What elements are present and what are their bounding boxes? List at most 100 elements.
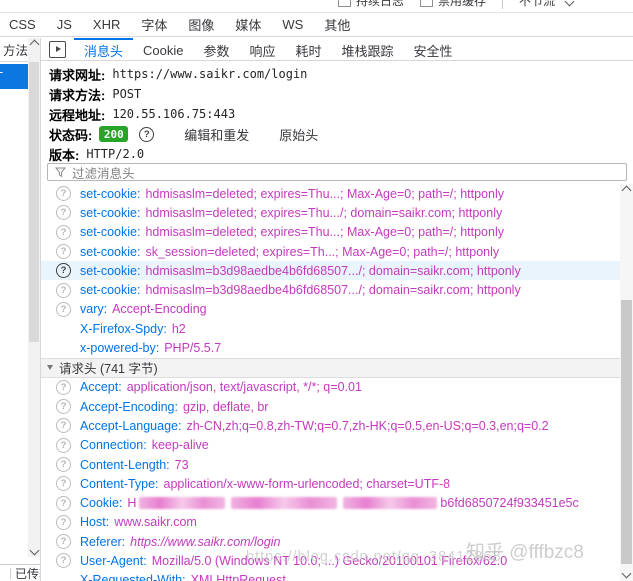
details-scrollbar[interactable] [620,184,633,581]
header-value: 73 [174,457,189,472]
request-headers-section-header[interactable]: 请求头 (741 字节) [41,357,620,378]
redacted-text [231,497,338,510]
persist-log-label: 持续日志 [356,0,405,8]
scroll-down-button[interactable] [620,567,633,580]
help-icon[interactable]: ? [56,205,71,221]
request-type-filter-bar: CSS JS XHR 字体 图像 媒体 WS 其他 [0,13,633,37]
header-row: ? Host: www.saikr.com [41,513,620,532]
sidebar-scrollbar[interactable] [28,38,40,557]
filter-tab-图像[interactable]: 图像 [188,15,214,34]
header-value: application/json, text/javascript, */*; … [126,380,362,395]
header-row: ? set-cookie: sk_session=deleted; expires=… [41,242,620,261]
help-icon[interactable]: ? [56,399,71,415]
header-value: sk_session=deleted; expires=Th...; Max-A… [145,244,500,259]
help-icon[interactable]: ? [56,457,71,472]
persist-log-checkbox[interactable]: 持续日志 [338,0,404,9]
edit-resend-button[interactable]: 编辑和重发 [184,125,249,144]
help-icon[interactable]: ? [56,244,71,260]
status-divider [10,567,11,579]
header-row: ? set-cookie: hdmisaslm=deleted; expires=T… [41,203,620,222]
help-icon[interactable]: ? [56,553,71,569]
throttle-dropdown[interactable]: 不节流 [519,0,575,9]
header-row: ? Accept-Language: zh-CN,zh;q=0.8,zh-TW;q=… [41,416,620,435]
method-column-header[interactable]: 方法 [0,38,28,62]
header-name: Content-Length: [80,457,170,472]
help-icon[interactable]: ? [56,301,71,317]
filter-tab-css[interactable]: CSS [9,17,36,32]
devtools-toolbar-clipped: 持续日志 禁用缓存 不节流 [0,0,633,13]
scroll-down-button[interactable] [28,544,40,557]
help-icon[interactable]: ? [56,186,71,202]
remote-address-value: 120.55.106.75:443 [112,107,236,121]
status-badge: 200 [99,126,129,142]
help-icon[interactable]: ? [56,224,71,240]
header-name: Accept-Language: [80,418,182,433]
summary-row-remote: 远程地址: 120.55.106.75:443 [49,104,617,124]
redacted-text [139,497,226,510]
header-row: ? set-cookie: hdmisaslm=b3d98aedbe4b6fd685… [41,261,620,281]
help-icon[interactable]: ? [56,534,71,550]
help-icon[interactable]: ? [56,514,71,530]
header-row: ? Connection: keep-alive [41,436,620,455]
filter-tab-其他[interactable]: 其他 [324,15,350,34]
filter-tab-字体[interactable]: 字体 [141,15,167,34]
details-tab-bar: 消息头 Cookie 参数 响应 耗时 堆栈跟踪 安全性 [41,38,633,61]
scrollbar-thumb[interactable] [29,62,39,342]
header-row: ?x-powered-by:PHP/5.5.7 [41,338,620,357]
filter-headers-input[interactable]: 过滤消息头 [47,163,627,181]
tab-Cookie[interactable]: Cookie [133,38,193,60]
selected-request-row[interactable]: POST [0,64,28,89]
header-name: set-cookie: [80,225,141,240]
request-url-value: https://www.saikr.com/login [112,67,308,81]
filter-tab-xhr[interactable]: XHR [93,17,120,32]
split-pane-toggle-button[interactable] [49,40,66,58]
header-name: User-Agent: [80,553,147,568]
header-name: set-cookie: [80,205,141,220]
header-row: ?X-Requested-With:XMLHttpRequest [41,571,620,581]
version-label: 版本: [49,147,80,163]
help-icon[interactable]: ? [56,379,71,395]
help-icon[interactable]: ? [56,476,71,492]
chevron-down-icon [29,545,39,556]
header-name: Connection: [80,438,147,453]
tab-耗时[interactable]: 耗时 [286,38,332,60]
request-list-sidebar: 方法 POST [0,38,28,564]
help-icon[interactable]: ? [56,495,71,511]
scroll-up-button[interactable] [620,184,633,197]
chevron-up-icon [621,185,632,196]
tab-消息头[interactable]: 消息头 [74,38,134,60]
filter-tab-媒体[interactable]: 媒体 [235,15,261,34]
header-value: h2 [171,321,186,336]
toolbar-divider [502,0,504,9]
filter-tab-js[interactable]: JS [57,17,72,32]
header-name: Accept-Encoding: [80,399,178,414]
header-name: set-cookie: [80,263,141,278]
checkbox-icon[interactable] [420,0,434,7]
help-icon[interactable]: ? [56,263,71,279]
tab-参数[interactable]: 参数 [193,38,239,60]
disable-cache-checkbox[interactable]: 禁用缓存 [420,0,486,9]
tab-响应[interactable]: 响应 [240,38,286,60]
help-icon[interactable]: ? [56,282,71,298]
tab-堆栈跟踪[interactable]: 堆栈跟踪 [332,38,404,60]
checkbox-icon[interactable] [338,0,351,7]
scrollbar-thumb[interactable] [621,300,632,564]
header-value: PHP/5.5.7 [164,341,222,356]
transferred-label: 已传输 [15,566,40,581]
header-value: gzip, deflate, br [182,399,269,414]
header-row: ? set-cookie: hdmisaslm=b3d98aedbe4b6fd685… [41,280,620,299]
tab-安全性[interactable]: 安全性 [404,38,463,60]
raw-headers-button[interactable]: 原始头 [279,125,318,144]
header-value: Mozilla/5.0 (Windows NT 10.0; ...) Gecko… [151,553,508,568]
header-name: Content-Type: [80,476,159,491]
header-name: set-cookie: [80,186,141,201]
help-icon[interactable]: ? [56,437,71,453]
header-value: keep-alive [151,438,209,453]
summary-row-status: 状态码: 200 ? 编辑和重发 原始头 [49,124,617,144]
help-icon[interactable]: ? [56,418,71,434]
help-icon[interactable]: ? [139,126,155,142]
filter-tab-ws[interactable]: WS [282,17,303,32]
scroll-up-button[interactable] [28,38,40,51]
header-row: ?X-Firefox-Spdy:h2 [41,319,620,338]
header-row: ? Accept: application/json, text/javascrip… [41,378,620,397]
